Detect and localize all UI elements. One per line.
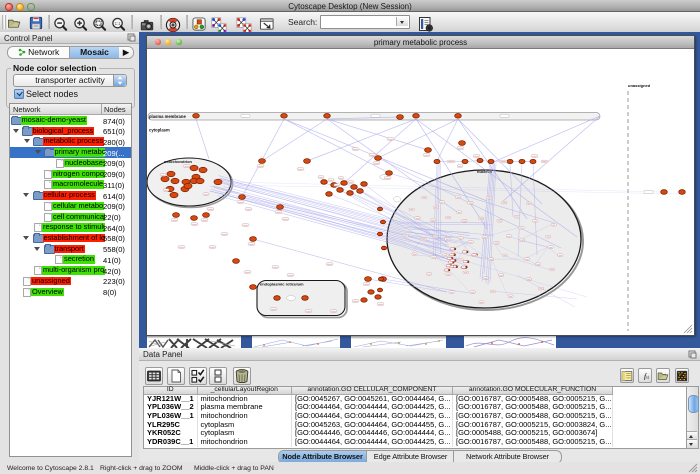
- svg-text:(x): (x): [644, 374, 649, 379]
- svg-text:endoplasmic reticulum: endoplasmic reticulum: [260, 282, 304, 287]
- svg-text:1:1: 1:1: [115, 21, 122, 26]
- svg-text:unassigned: unassigned: [628, 83, 651, 88]
- svg-text:cytoplasm: cytoplasm: [149, 128, 170, 133]
- svg-text:plasma membrane: plasma membrane: [149, 114, 186, 119]
- svg-text:mitochondrion: mitochondrion: [164, 159, 193, 164]
